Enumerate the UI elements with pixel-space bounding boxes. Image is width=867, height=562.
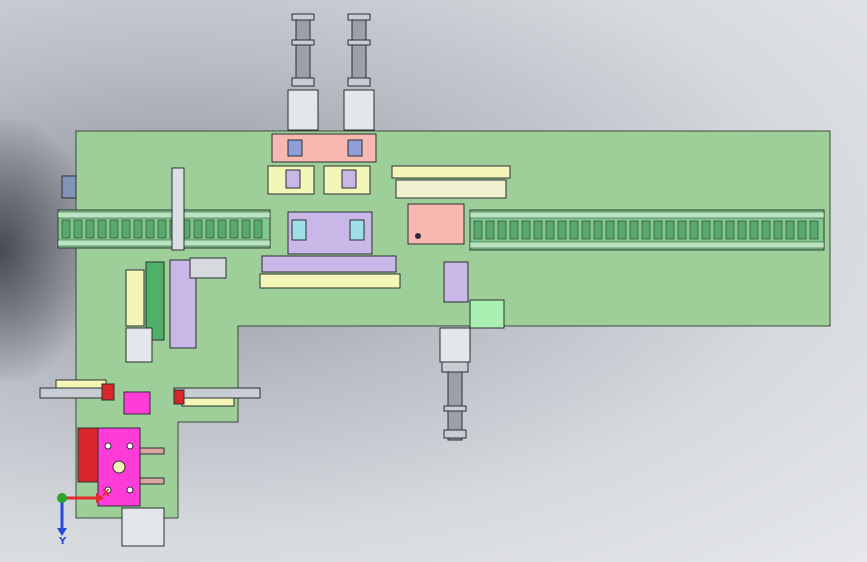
conveyor-roller — [229, 219, 239, 239]
sensor-block — [349, 219, 365, 241]
conveyor-roller — [737, 220, 747, 240]
conveyor-roller — [241, 219, 251, 239]
conveyor-roller — [133, 219, 143, 239]
left-conveyor[interactable] — [57, 209, 271, 249]
sensor-block — [291, 219, 307, 241]
conveyor-roller — [785, 220, 795, 240]
gripper-jaw — [285, 169, 301, 189]
conveyor-roller — [797, 220, 807, 240]
conveyor-rollers — [473, 220, 819, 240]
conveyor-roller — [713, 220, 723, 240]
cylinder-stop — [173, 389, 185, 405]
left-conveyor-endcap — [61, 175, 77, 199]
conveyor-roller — [485, 220, 495, 240]
conveyor-roller — [761, 220, 771, 240]
conveyor-roller — [521, 220, 531, 240]
right-station-green[interactable] — [469, 299, 505, 329]
left-vertical-rail[interactable] — [171, 167, 185, 251]
conveyor-roller — [497, 220, 507, 240]
top-blue-block-right — [347, 139, 363, 157]
conveyor-roller — [689, 220, 699, 240]
conveyor-roller — [581, 220, 591, 240]
conveyor-roller — [97, 219, 107, 239]
bolt-hole — [104, 442, 112, 450]
cylinder-mount — [439, 327, 471, 363]
conveyor-roller — [61, 219, 71, 239]
conveyor-roller — [73, 219, 83, 239]
conveyor-roller — [193, 219, 203, 239]
conveyor-roller — [473, 220, 483, 240]
top-cylinder-right[interactable] — [343, 13, 375, 131]
x-axis-label: X — [102, 488, 110, 499]
conveyor-roller — [617, 220, 627, 240]
motor-block[interactable] — [189, 257, 227, 279]
conveyor-roller — [629, 220, 639, 240]
bottom-bracket — [121, 507, 165, 547]
conveyor-roller — [157, 219, 167, 239]
conveyor-roller — [653, 220, 663, 240]
top-rail[interactable] — [391, 165, 511, 179]
conveyor-roller — [641, 220, 651, 240]
top-cylinder-left[interactable] — [287, 13, 319, 131]
conveyor-roller — [545, 220, 555, 240]
bolt-hole — [126, 486, 134, 494]
right-conveyor[interactable] — [469, 209, 825, 251]
conveyor-roller — [773, 220, 783, 240]
conveyor-roller — [605, 220, 615, 240]
linear-slide-lavender[interactable] — [261, 255, 397, 273]
conveyor-roller — [593, 220, 603, 240]
bolt-hole — [126, 442, 134, 450]
cylinder-cap — [443, 429, 467, 439]
fixture-arm — [139, 447, 165, 455]
conveyor-roller — [85, 219, 95, 239]
left-yellow-plate — [125, 269, 145, 327]
conveyor-roller — [749, 220, 759, 240]
gripper-jaw — [341, 169, 357, 189]
right-station-lavender[interactable] — [443, 261, 469, 303]
top-blue-block-left — [287, 139, 303, 157]
y-axis-label: Y — [58, 536, 67, 547]
conveyor-roller — [677, 220, 687, 240]
fixture-arm — [139, 477, 165, 485]
assembly-drawing[interactable]: X Y — [0, 0, 867, 562]
cylinder-stop — [101, 383, 115, 401]
conveyor-rollers — [61, 219, 263, 239]
conveyor-roller — [253, 219, 263, 239]
red-side-plate — [77, 427, 99, 483]
conveyor-roller — [533, 220, 543, 240]
conveyor-roller — [121, 219, 131, 239]
rail-carriage — [395, 179, 507, 199]
conveyor-roller — [109, 219, 119, 239]
linear-slide-yellow[interactable] — [259, 273, 401, 289]
bolt-hole — [415, 233, 421, 239]
magenta-block-small[interactable] — [123, 391, 151, 415]
conveyor-roller — [725, 220, 735, 240]
conveyor-roller — [701, 220, 711, 240]
cylinder-body — [181, 397, 235, 407]
conveyor-roller — [809, 220, 819, 240]
cylinder-cap — [441, 361, 469, 373]
conveyor-roller — [509, 220, 519, 240]
fixture-disc — [112, 460, 126, 474]
left-bracket-stack — [125, 327, 153, 363]
conveyor-roller — [557, 220, 567, 240]
conveyor-roller — [217, 219, 227, 239]
horizontal-cylinder-right[interactable] — [173, 387, 261, 399]
cad-viewport[interactable]: X Y — [0, 0, 867, 562]
conveyor-roller — [569, 220, 579, 240]
conveyor-roller — [665, 220, 675, 240]
cylinder-body — [55, 379, 107, 389]
cylinder-ring — [443, 405, 467, 412]
conveyor-roller — [205, 219, 215, 239]
conveyor-roller — [145, 219, 155, 239]
